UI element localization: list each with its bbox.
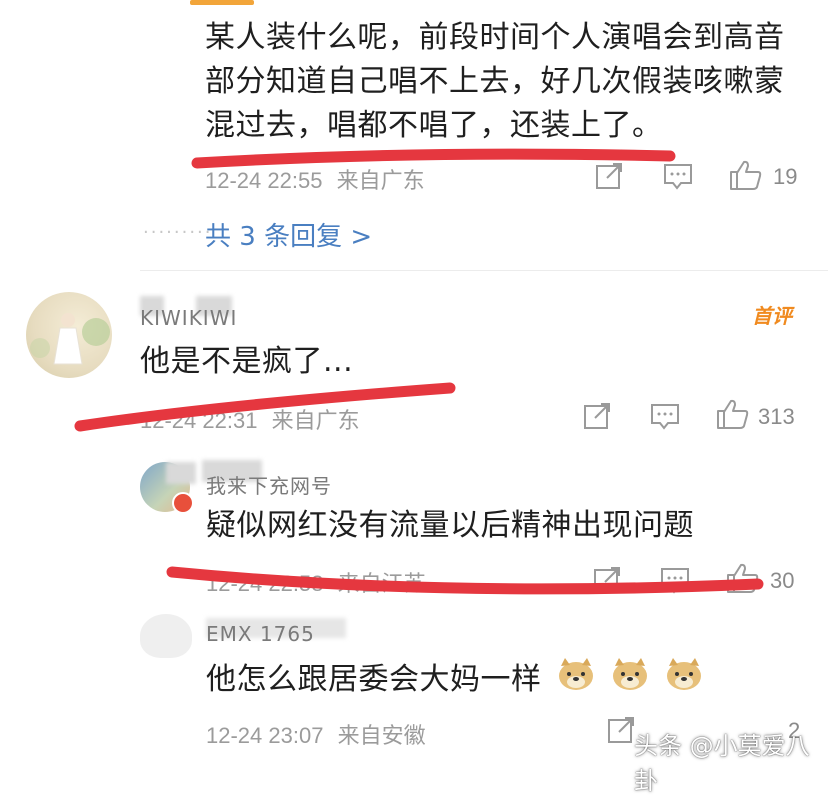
comment-location: 来自安徽 <box>337 723 426 748</box>
comment-3-text: 疑似网红没有流量以后精神出现问题 <box>206 508 694 543</box>
top-indicator <box>190 0 254 5</box>
share-icon[interactable] <box>593 566 623 594</box>
comment-1-meta: 12-24 22:55 来自广东 <box>205 163 425 195</box>
watermark: 头条 @小莫爱八卦 <box>634 732 810 795</box>
username[interactable]: EMX 1765 <box>206 622 315 646</box>
more-replies-link[interactable]: 共 3 条回复 > <box>205 216 372 253</box>
reply-dots: ········· <box>143 222 213 243</box>
share-icon[interactable] <box>595 162 625 190</box>
doge-emoji <box>610 656 650 705</box>
comment-location: 来自江苏 <box>337 571 426 596</box>
comment-2-text: 他是不是疯了... <box>140 344 354 379</box>
comment-1-line: 部分知道自己唱不上去，好几次假装咳嗽蒙 <box>205 64 785 99</box>
divider <box>140 270 828 271</box>
comment-time: 12-24 22:31 <box>140 408 258 433</box>
username[interactable]: KIWIKIWI <box>140 306 237 330</box>
like-count: 313 <box>758 404 795 429</box>
comment-1-line: 某人装什么呢，前段时间个人演唱会到高音 <box>205 20 785 55</box>
comment-icon[interactable] <box>663 163 693 191</box>
share-icon[interactable] <box>583 402 613 430</box>
comment-location: 来自广东 <box>271 408 360 433</box>
doge-emoji <box>556 656 596 705</box>
like-count: 30 <box>770 568 795 593</box>
comment-icon[interactable] <box>660 567 690 595</box>
comment-2-meta: 12-24 22:31 来自广东 <box>140 403 360 435</box>
username-blur <box>166 462 196 484</box>
first-comment-badge: 首评 <box>752 304 792 328</box>
comment-1-text: 某人装什么呢，前段时间个人演唱会到高音 部分知道自己唱不上去，好几次假装咳嗽蒙 … <box>205 16 815 148</box>
comment-3-meta: 12-24 22:58 来自江苏 <box>206 566 426 598</box>
comment-4-meta: 12-24 23:07 来自安徽 <box>206 718 426 750</box>
comment-time: 12-24 22:58 <box>206 571 324 596</box>
comment-icon[interactable] <box>650 403 680 431</box>
username[interactable]: 我来下充网号 <box>206 470 332 499</box>
share-icon[interactable] <box>607 716 637 744</box>
thumbs-up-icon[interactable] <box>729 159 763 191</box>
thumbs-up-icon[interactable] <box>726 562 760 594</box>
avatar[interactable] <box>140 614 192 658</box>
comment-location: 来自广东 <box>336 168 425 193</box>
comment-1-line: 混过去，唱都不唱了，还装上了。 <box>205 108 663 143</box>
verified-badge-icon <box>172 492 194 514</box>
doge-emoji <box>664 656 704 705</box>
avatar[interactable] <box>26 292 112 378</box>
comment-time: 12-24 23:07 <box>206 723 324 748</box>
comment-4-body: 他怎么跟居委会大妈一样 <box>206 662 542 697</box>
like-count: 19 <box>773 164 798 189</box>
comment-time: 12-24 22:55 <box>205 168 323 193</box>
comment-4-text: 他怎么跟居委会大妈一样 <box>206 656 704 705</box>
thumbs-up-icon[interactable] <box>716 398 750 430</box>
